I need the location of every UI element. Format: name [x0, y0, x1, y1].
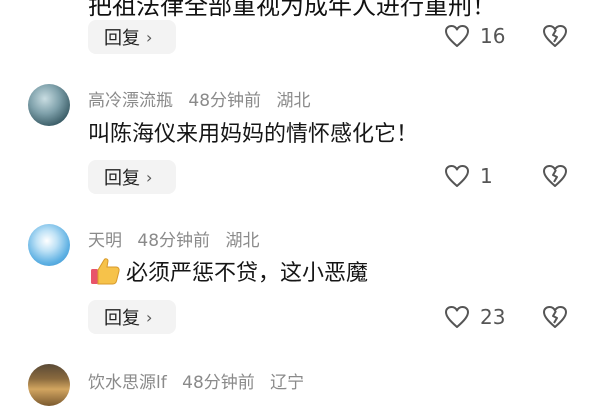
reply-label: 回复 — [104, 28, 140, 49]
timestamp: 48分钟前 — [137, 231, 211, 251]
like-button[interactable]: 23 — [444, 305, 505, 329]
comment-text-value: 必须严惩不贷，这小恶魔 — [126, 261, 369, 286]
like-count: 16 — [480, 24, 506, 48]
chevron-right-icon: › — [146, 307, 153, 327]
location: 湖北 — [276, 91, 311, 111]
reply-button[interactable]: 回复 › — [88, 300, 176, 334]
username[interactable]: 高冷漂流瓶 — [88, 91, 173, 111]
avatar[interactable] — [28, 224, 70, 266]
heart-outline-icon — [445, 25, 469, 47]
like-count: 23 — [480, 305, 506, 329]
avatar[interactable] — [28, 84, 70, 126]
dislike-button[interactable] — [542, 164, 568, 192]
reply-button[interactable]: 回复 › — [88, 20, 176, 54]
comment-text-partial: 把祖法律全部重视为成年人进行重刑！ — [88, 0, 496, 20]
comment-meta: 天明 48分钟前 湖北 — [88, 226, 269, 251]
username[interactable]: 天明 — [88, 231, 122, 251]
comment-meta: 饮水思源lf 48分钟前 辽宁 — [88, 368, 314, 393]
comment-text: 必须严惩不贷，这小恶魔 — [88, 254, 368, 288]
broken-heart-icon — [543, 306, 567, 328]
like-count: 1 — [480, 164, 493, 188]
reply-label: 回复 — [104, 308, 140, 329]
chevron-right-icon: › — [146, 167, 153, 187]
username[interactable]: 饮水思源lf — [88, 373, 167, 393]
dislike-button[interactable] — [542, 305, 568, 333]
broken-heart-icon — [543, 165, 567, 187]
chevron-right-icon: › — [146, 27, 153, 47]
comment-text: 叫陈海仪来用妈妈的情怀感化它！ — [88, 116, 418, 148]
dislike-button[interactable] — [542, 24, 568, 52]
heart-outline-icon — [445, 165, 469, 187]
comment-text-value: 叫陈海仪来用妈妈的情怀感化它！ — [88, 122, 419, 147]
heart-outline-icon — [445, 306, 469, 328]
comment-meta: 高冷漂流瓶 48分钟前 湖北 — [88, 86, 320, 111]
location: 湖北 — [225, 231, 260, 251]
thumbs-up-icon — [88, 254, 122, 288]
like-button[interactable]: 1 — [444, 164, 493, 188]
timestamp: 48分钟前 — [188, 91, 262, 111]
broken-heart-icon — [543, 25, 567, 47]
location: 辽宁 — [270, 373, 305, 393]
like-button[interactable]: 16 — [444, 24, 505, 48]
reply-label: 回复 — [104, 168, 140, 189]
reply-button[interactable]: 回复 › — [88, 160, 176, 194]
timestamp: 48分钟前 — [182, 373, 255, 393]
